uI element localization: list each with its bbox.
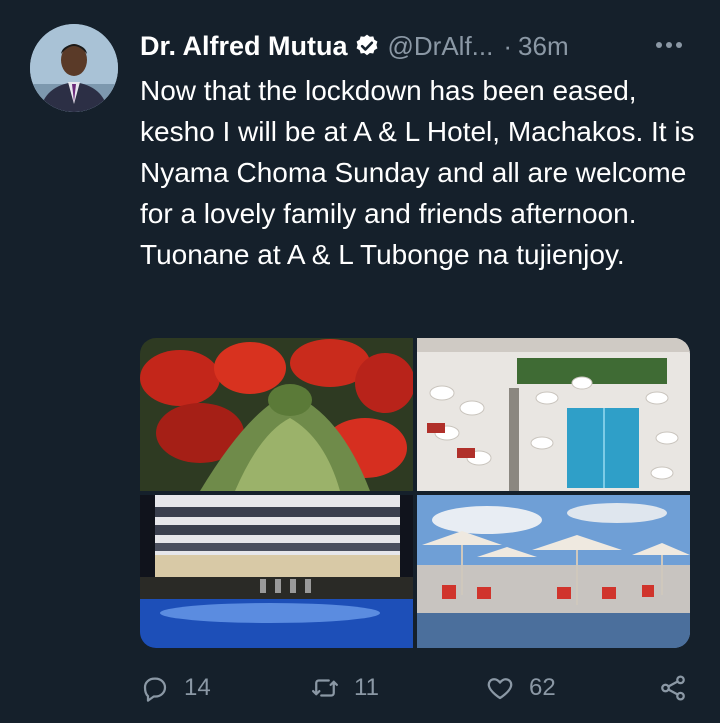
share-icon: [661, 675, 685, 701]
tweet-actions: 14 11 62: [140, 668, 700, 708]
reply-button[interactable]: 14: [140, 668, 211, 708]
like-button[interactable]: 62: [485, 668, 556, 708]
more-options-icon[interactable]: [652, 30, 686, 60]
media-grid[interactable]: [140, 338, 690, 648]
heart-icon: [487, 678, 513, 700]
media-image-flowers[interactable]: [140, 338, 413, 491]
media-image-hotel-night[interactable]: [140, 495, 413, 648]
verified-badge-icon: [354, 33, 380, 59]
author-name[interactable]: Dr. Alfred Mutua: [140, 31, 348, 62]
reply-icon: [143, 677, 167, 702]
share-button[interactable]: [658, 668, 688, 708]
tweet-header: Dr. Alfred Mutua @DrAlf... · 36m: [140, 26, 696, 66]
reply-count: 14: [184, 674, 211, 701]
retweet-icon: [312, 679, 338, 697]
separator-dot: ·: [503, 30, 513, 61]
tweet-timestamp[interactable]: 36m: [518, 31, 569, 62]
like-count: 62: [529, 674, 556, 701]
retweet-button[interactable]: 11: [310, 668, 379, 708]
media-image-aerial-pool[interactable]: [417, 338, 690, 491]
author-handle[interactable]: @DrAlf...: [388, 31, 494, 62]
tweet-text: Now that the lockdown has been eased, ke…: [140, 75, 695, 270]
avatar-image: [30, 24, 118, 112]
media-image-umbrellas[interactable]: [417, 495, 690, 648]
retweet-count: 11: [354, 674, 379, 701]
author-avatar[interactable]: [30, 24, 118, 112]
